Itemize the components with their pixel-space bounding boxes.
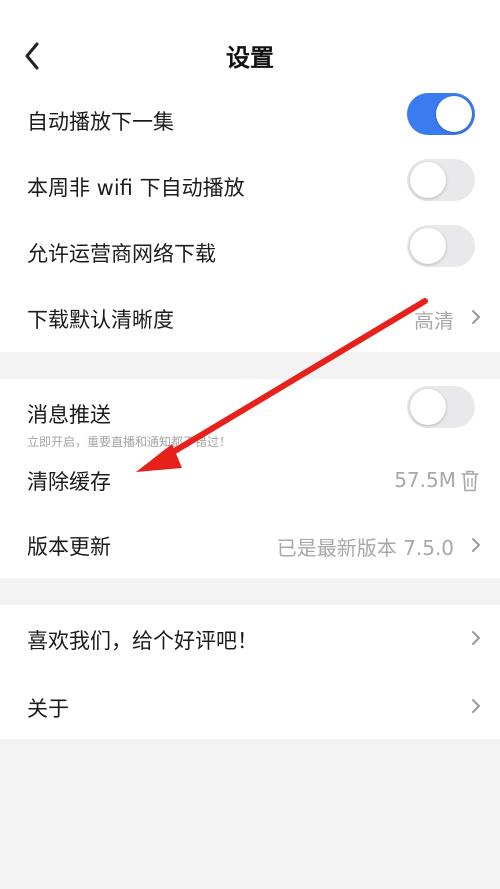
version-update-label: 版本更新 (27, 535, 111, 559)
carrier-download-row: 允许运营商网络下载 (0, 218, 500, 284)
push-row: 消息推送 立即开启，重要直播和通知都不错过！ (0, 379, 500, 449)
autoplay-next-label: 自动播放下一集 (27, 110, 174, 134)
download-quality-row[interactable]: 下载默认清晰度 高清 (0, 284, 500, 350)
cache-size-value: 57.5M (394, 468, 456, 492)
autoplay-next-toggle[interactable] (407, 93, 475, 135)
carrier-download-toggle[interactable] (407, 225, 475, 267)
chevron-right-icon (472, 631, 480, 645)
clear-cache-label: 清除缓存 (27, 470, 111, 494)
toggle-knob (410, 228, 446, 264)
version-update-row[interactable]: 版本更新 已是最新版本 7.5.0 (0, 513, 500, 578)
push-label: 消息推送 (27, 403, 111, 427)
nav-bar: 设置 (0, 0, 500, 86)
toggle-knob (436, 96, 472, 132)
page-title: 设置 (226, 44, 274, 72)
rate-us-row[interactable]: 喜欢我们，给个好评吧！ (0, 605, 500, 672)
download-quality-value: 高清 (414, 309, 454, 333)
autoplay-next-row: 自动播放下一集 (0, 86, 500, 152)
chevron-right-icon (472, 310, 480, 324)
settings-section-playback: 自动播放下一集 本周非 wifi 下自动播放 允许运营商网络下载 下载默认清晰度… (0, 86, 500, 352)
push-toggle[interactable] (407, 386, 475, 428)
toggle-knob (410, 389, 446, 425)
weekly-nonwifi-autoplay-row: 本周非 wifi 下自动播放 (0, 152, 500, 218)
version-value: 已是最新版本 7.5.0 (276, 536, 454, 560)
chevron-right-icon (472, 538, 480, 552)
toggle-knob (410, 162, 446, 198)
trash-icon[interactable] (461, 470, 479, 492)
push-subtitle: 立即开启，重要直播和通知都不错过！ (27, 435, 232, 449)
settings-section-general: 消息推送 立即开启，重要直播和通知都不错过！ 清除缓存 57.5M 版本更新 已… (0, 379, 500, 578)
download-quality-label: 下载默认清晰度 (27, 308, 174, 332)
weekly-nonwifi-autoplay-toggle[interactable] (407, 159, 475, 201)
settings-section-about: 喜欢我们，给个好评吧！ 关于 (0, 605, 500, 739)
carrier-download-label: 允许运营商网络下载 (27, 242, 216, 266)
rate-us-label: 喜欢我们，给个好评吧！ (27, 629, 258, 653)
about-row[interactable]: 关于 (0, 672, 500, 739)
chevron-right-icon (472, 699, 480, 713)
weekly-nonwifi-autoplay-label: 本周非 wifi 下自动播放 (27, 176, 245, 200)
about-label: 关于 (27, 697, 69, 721)
clear-cache-row[interactable]: 清除缓存 57.5M (0, 449, 500, 513)
